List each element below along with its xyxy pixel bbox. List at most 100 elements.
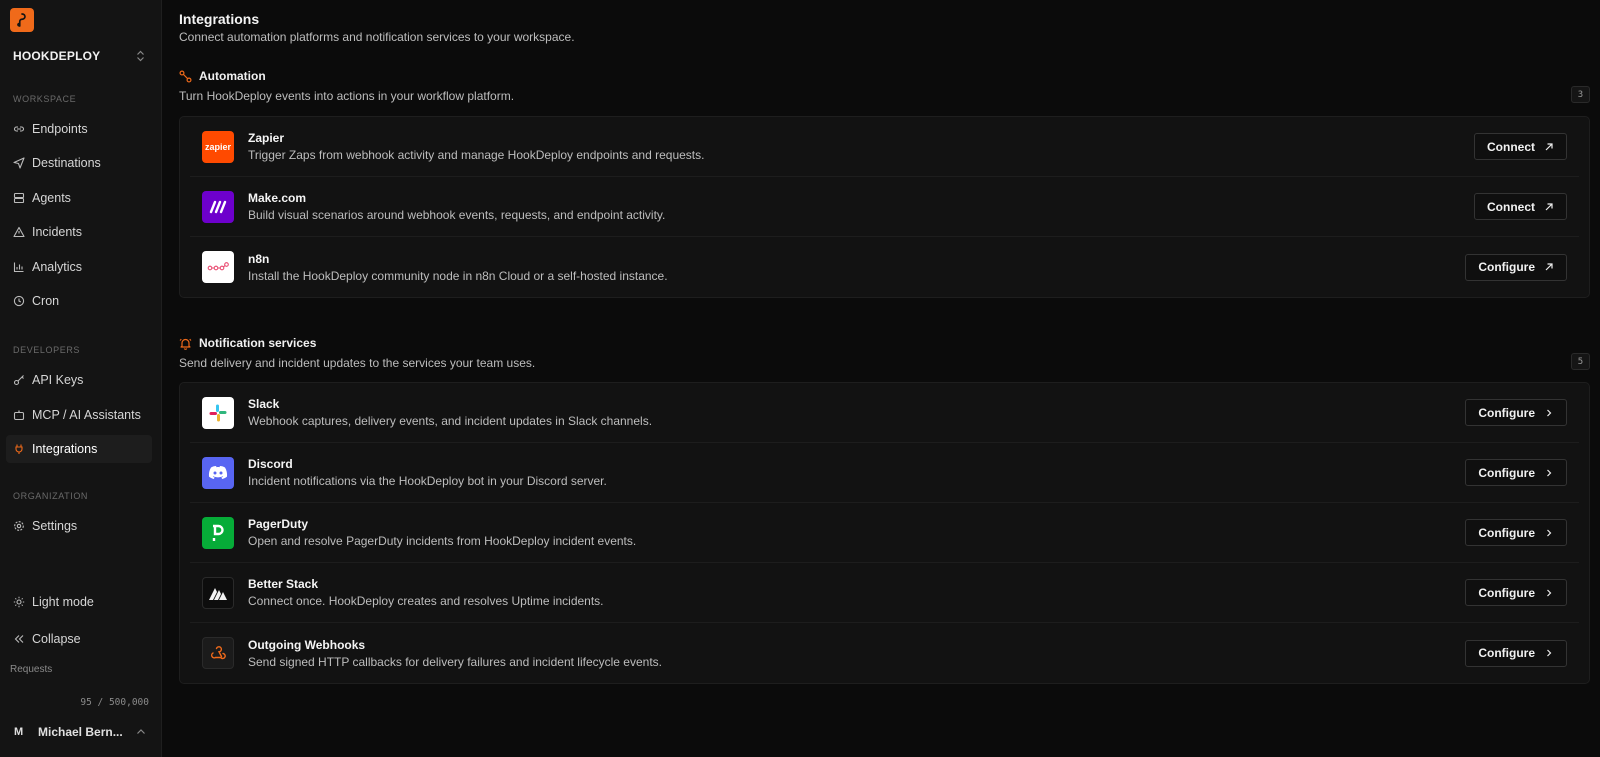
bar-chart-icon bbox=[13, 261, 25, 273]
integration-name: PagerDuty bbox=[248, 517, 309, 531]
zapier-icon: zapier bbox=[202, 130, 234, 163]
main-content: Integrations Connect automation platform… bbox=[162, 0, 1600, 757]
integration-description: Send signed HTTP callbacks for delivery … bbox=[248, 654, 662, 669]
link-icon bbox=[13, 123, 25, 135]
integration-row-better-stack: Better Stack Connect once. HookDeploy cr… bbox=[190, 563, 1579, 623]
sidebar-item-integrations[interactable]: Integrations bbox=[6, 435, 152, 463]
connect-zapier-button[interactable]: Connect bbox=[1474, 133, 1567, 160]
integration-row-discord: Discord Incident notifications via the H… bbox=[190, 443, 1579, 503]
sidebar-item-agents[interactable]: Agents bbox=[6, 184, 152, 212]
hook-logo-icon bbox=[17, 13, 26, 27]
user-name: Michael Bern... bbox=[38, 725, 123, 739]
configure-outgoing-webhooks-button[interactable]: Configure bbox=[1465, 639, 1567, 667]
section-label-workspace: WORKSPACE bbox=[13, 94, 77, 104]
discord-icon bbox=[202, 456, 234, 489]
automation-count-badge: 3 bbox=[1571, 86, 1590, 103]
plug-icon bbox=[13, 443, 25, 455]
connect-make-button[interactable]: Connect bbox=[1474, 193, 1567, 220]
sidebar-item-label: Integrations bbox=[32, 442, 98, 456]
requests-count: 95 / 500,000 bbox=[80, 697, 149, 708]
sidebar-item-incidents[interactable]: Incidents bbox=[6, 218, 152, 246]
sidebar-item-cron[interactable]: Cron bbox=[6, 287, 152, 315]
sidebar-item-analytics[interactable]: Analytics bbox=[6, 253, 152, 281]
sidebar-item-settings[interactable]: Settings bbox=[6, 512, 152, 540]
gear-icon bbox=[13, 520, 25, 532]
pagerduty-icon bbox=[202, 516, 234, 549]
sidebar-item-label: Destinations bbox=[32, 156, 101, 170]
bot-icon bbox=[13, 409, 25, 421]
sidebar-item-label: Settings bbox=[32, 519, 78, 533]
configure-slack-button[interactable]: Configure bbox=[1465, 399, 1567, 426]
notifications-section-header: Notification services bbox=[179, 336, 316, 350]
slack-icon bbox=[202, 396, 234, 429]
automation-description: Turn HookDeploy events into actions in y… bbox=[179, 89, 515, 103]
light-mode-label: Light mode bbox=[32, 595, 94, 609]
bell-icon bbox=[179, 338, 192, 350]
warning-icon bbox=[13, 226, 25, 238]
integration-name: Outgoing Webhooks bbox=[248, 637, 366, 652]
sidebar-item-api-keys[interactable]: API Keys bbox=[6, 366, 152, 394]
better-stack-icon bbox=[202, 576, 234, 609]
automation-card: zapier Zapier Trigger Zaps from webhook … bbox=[179, 116, 1590, 298]
integration-description: Webhook captures, delivery events, and i… bbox=[248, 414, 653, 428]
sidebar-item-label: MCP / AI Assistants bbox=[32, 408, 141, 422]
chevron-up-icon bbox=[137, 729, 145, 734]
automation-section-header: Automation bbox=[179, 69, 266, 83]
automation-title: Automation bbox=[199, 69, 266, 83]
light-mode-toggle[interactable]: Light mode bbox=[6, 588, 152, 616]
integration-row-slack: Slack Webhook captures, delivery events,… bbox=[190, 383, 1579, 443]
collapse-sidebar-button[interactable]: Collapse bbox=[6, 625, 152, 653]
integration-name: Zapier bbox=[248, 131, 285, 145]
clock-icon bbox=[13, 295, 25, 307]
sidebar-item-endpoints[interactable]: Endpoints bbox=[6, 115, 152, 143]
integration-description: Incident notifications via the HookDeplo… bbox=[248, 474, 607, 488]
external-link-icon bbox=[1545, 142, 1553, 150]
integration-name: Discord bbox=[248, 457, 293, 471]
send-icon bbox=[13, 157, 25, 169]
configure-pagerduty-button[interactable]: Configure bbox=[1465, 519, 1567, 546]
user-menu[interactable]: M Michael Bern... bbox=[14, 725, 146, 739]
server-icon bbox=[13, 192, 25, 204]
configure-n8n-button[interactable]: Configure bbox=[1465, 253, 1567, 281]
key-icon bbox=[13, 374, 25, 386]
sidebar-item-destinations[interactable]: Destinations bbox=[6, 149, 152, 177]
notifications-card: Slack Webhook captures, delivery events,… bbox=[179, 382, 1590, 684]
integration-row-pagerduty: PagerDuty Open and resolve PagerDuty inc… bbox=[190, 503, 1579, 563]
integration-name: Make.com bbox=[248, 191, 307, 205]
configure-better-stack-button[interactable]: Configure bbox=[1465, 579, 1567, 606]
integration-name: n8n bbox=[248, 251, 270, 266]
workflow-icon bbox=[179, 70, 192, 83]
sidebar-item-label: Agents bbox=[32, 191, 71, 205]
workspace-switcher[interactable]: HOOKDEPLOY bbox=[13, 49, 145, 63]
sidebar-item-label: API Keys bbox=[32, 373, 84, 387]
integration-row-outgoing-webhooks: Outgoing Webhooks Send signed HTTP callb… bbox=[190, 623, 1579, 683]
workspace-name: HOOKDEPLOY bbox=[13, 49, 101, 63]
chevrons-left-icon bbox=[13, 633, 25, 645]
chevron-right-icon bbox=[1547, 469, 1552, 476]
chevron-right-icon bbox=[1547, 589, 1552, 596]
app-logo[interactable] bbox=[10, 8, 34, 32]
sidebar-item-mcp[interactable]: MCP / AI Assistants bbox=[6, 401, 152, 429]
sidebar-item-label: Cron bbox=[32, 294, 60, 308]
sidebar-item-label: Incidents bbox=[32, 225, 83, 239]
integration-description: Build visual scenarios around webhook ev… bbox=[248, 208, 666, 222]
external-link-icon bbox=[1545, 202, 1553, 210]
make-icon bbox=[202, 190, 234, 223]
sun-icon bbox=[13, 596, 25, 608]
page-subtitle: Connect automation platforms and notific… bbox=[179, 30, 575, 44]
chevron-up-down-icon bbox=[137, 50, 144, 62]
integration-row-zapier: zapier Zapier Trigger Zaps from webhook … bbox=[190, 117, 1579, 177]
section-label-organization: ORGANIZATION bbox=[13, 491, 89, 501]
integration-description: Open and resolve PagerDuty incidents fro… bbox=[248, 534, 637, 548]
configure-discord-button[interactable]: Configure bbox=[1465, 459, 1567, 486]
chevron-right-icon bbox=[1547, 649, 1552, 657]
sidebar-item-label: Analytics bbox=[32, 260, 83, 274]
notifications-title: Notification services bbox=[199, 336, 317, 350]
integration-name: Better Stack bbox=[248, 577, 319, 591]
integration-description: Connect once. HookDeploy creates and res… bbox=[248, 594, 604, 608]
n8n-icon bbox=[202, 251, 234, 283]
external-link-icon bbox=[1545, 263, 1553, 271]
sidebar-item-label: Endpoints bbox=[32, 122, 88, 136]
collapse-label: Collapse bbox=[32, 632, 81, 646]
page-title: Integrations bbox=[179, 11, 260, 27]
